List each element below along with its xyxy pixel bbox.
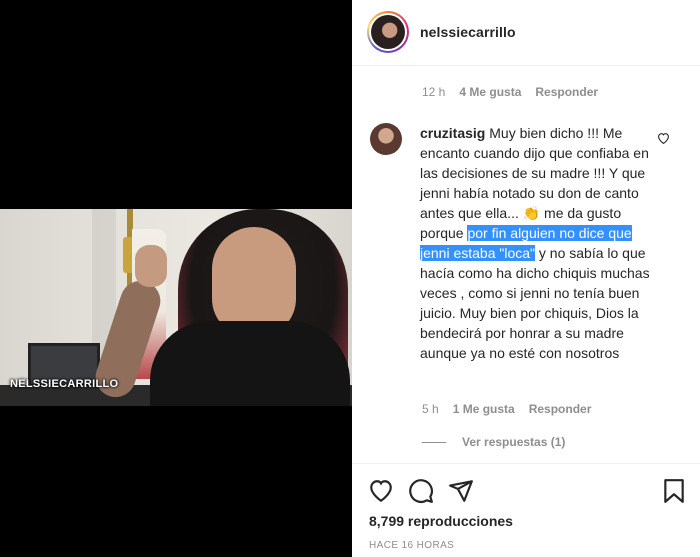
view-count[interactable]: 8,799 reproducciones (369, 513, 513, 529)
comment-bubble-icon[interactable] (408, 478, 434, 509)
comment-like-heart-icon[interactable] (657, 131, 670, 149)
comment-time: 5 h (422, 402, 439, 416)
reply-button[interactable]: Responder (535, 85, 598, 99)
author-username[interactable]: nelssiecarrillo (420, 24, 516, 40)
previous-comment-meta: 12 h 4 Me gusta Responder (422, 85, 598, 99)
actions-divider (352, 463, 700, 464)
share-paper-plane-icon[interactable] (448, 478, 474, 509)
view-replies-label: Ver respuestas (1) (462, 435, 566, 449)
bookmark-icon[interactable] (662, 478, 686, 509)
post-timestamp[interactable]: Hace 16 horas (369, 540, 454, 551)
author-avatar[interactable] (367, 11, 409, 53)
video-person-hand (135, 245, 167, 287)
comment-likes[interactable]: 1 Me gusta (453, 402, 515, 416)
post-actions (368, 478, 474, 509)
commenter-avatar[interactable] (370, 123, 402, 155)
comment-body-before: Muy bien dicho !!! Me encanto cuando dij… (420, 125, 649, 241)
commenter-username[interactable]: cruzitasig (420, 125, 485, 141)
view-replies-button[interactable]: Ver respuestas (1) (422, 435, 565, 449)
avatar-inner (369, 13, 407, 51)
comment-likes[interactable]: 4 Me gusta (459, 85, 521, 99)
comment-text: cruzitasig Muy bien dicho !!! Me encanto… (420, 123, 658, 363)
reply-button[interactable]: Responder (529, 402, 592, 416)
video-player[interactable]: NELSSIECARRILLO (0, 0, 352, 557)
avatar-photo (371, 15, 405, 49)
comment-meta: 5 h 1 Me gusta Responder (422, 402, 591, 416)
video-person-body (150, 321, 350, 406)
post-panel: nelssiecarrillo 12 h 4 Me gusta Responde… (352, 0, 700, 557)
video-frame[interactable]: NELSSIECARRILLO (0, 209, 352, 406)
video-watermark: NELSSIECARRILLO (10, 378, 119, 390)
replies-line (422, 441, 446, 443)
comment-body-after: y no sabía lo que hacía como ha dicho ch… (420, 245, 650, 361)
like-heart-icon[interactable] (368, 478, 394, 509)
post-header: nelssiecarrillo (352, 0, 700, 66)
comment-time: 12 h (422, 85, 446, 99)
